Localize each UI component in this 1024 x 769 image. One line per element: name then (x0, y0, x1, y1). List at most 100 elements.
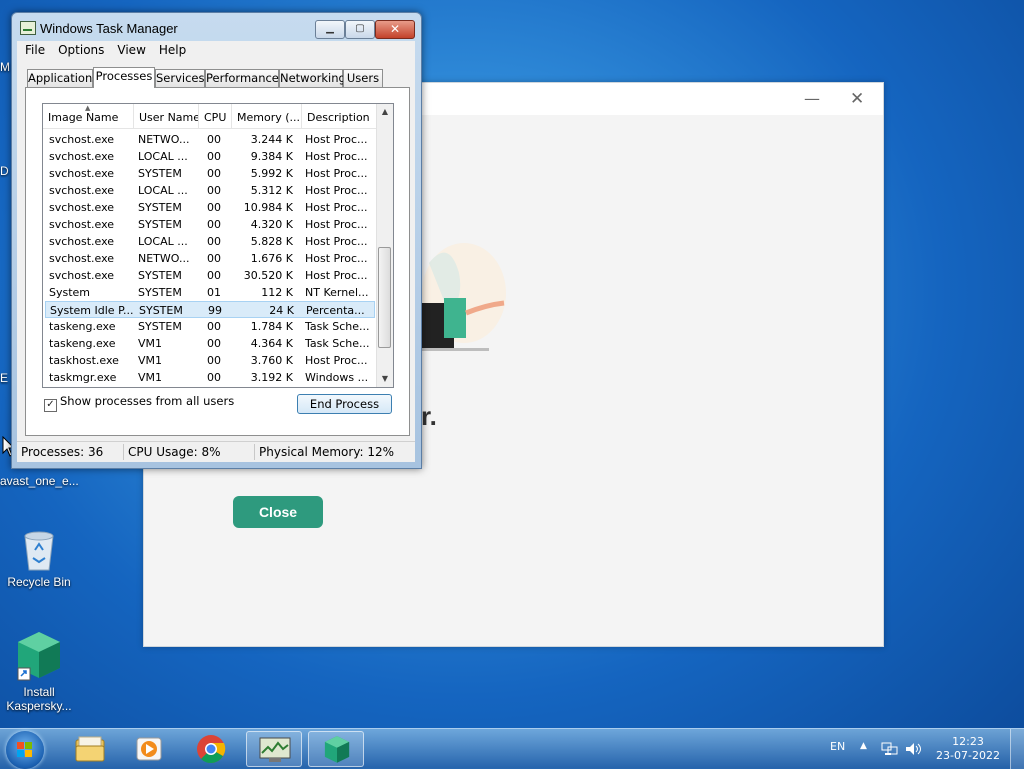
desktop-icon-kaspersky[interactable]: Install Kaspersky... (1, 630, 77, 713)
row-image-name: taskmgr.exe (49, 371, 117, 384)
tab-users[interactable]: Users (343, 69, 383, 87)
folder-icon (75, 736, 105, 762)
row-memory: 3.760 K (250, 354, 293, 367)
task-manager-icon (20, 21, 36, 35)
row-image-name: svchost.exe (49, 167, 115, 180)
row-user-name: LOCAL ... (138, 235, 188, 248)
desktop-icon-avast[interactable]: avast_one_e... (0, 474, 79, 488)
desktop-edge-label: M (0, 60, 10, 74)
show-hidden-icons-icon[interactable]: ▲ (860, 741, 867, 751)
menu-help[interactable]: Help (151, 41, 191, 57)
column-user-name[interactable]: User Name (134, 104, 199, 128)
taskbar-task-manager[interactable] (246, 731, 302, 767)
show-all-processes-checkbox[interactable]: ✓ Show processes from all users (44, 394, 234, 412)
close-button[interactable]: Close (233, 496, 323, 528)
menu-file[interactable]: File (17, 41, 50, 57)
row-memory: 30.520 K (243, 269, 293, 282)
chrome-icon (197, 735, 226, 764)
close-window-button[interactable]: ✕ (375, 20, 415, 39)
process-list[interactable]: ▲ Image Name User Name CPU Memory (... De… (42, 103, 394, 388)
processes-panel: ▲ Image Name User Name CPU Memory (... De… (25, 87, 410, 436)
checkbox-checked-icon[interactable]: ✓ (44, 399, 57, 412)
process-row[interactable]: svchost.exe LOCAL ... 00 9.384 K Host Proc..… (45, 148, 375, 165)
close-icon[interactable]: ✕ (850, 89, 864, 109)
show-desktop-button[interactable] (1010, 729, 1024, 769)
process-row[interactable]: svchost.exe SYSTEM 00 5.992 K Host Proc... (45, 165, 375, 182)
status-physical-memory: Physical Memory: 12% (259, 445, 395, 459)
tab-applications[interactable]: Applications (27, 69, 98, 87)
process-row[interactable]: taskeng.exe SYSTEM 00 1.784 K Task Sche... (45, 318, 375, 335)
row-description: Host Proc... (305, 235, 368, 248)
maximize-button[interactable]: ▢ (345, 20, 375, 39)
scroll-up-icon[interactable]: ▲ (377, 104, 393, 120)
row-user-name: SYSTEM (138, 201, 182, 214)
process-row[interactable]: svchost.exe LOCAL ... 00 5.828 K Host Proc..… (45, 233, 375, 250)
scroll-down-icon[interactable]: ▼ (377, 371, 393, 387)
taskbar-media-player[interactable] (121, 731, 177, 767)
row-description: Host Proc... (305, 201, 368, 214)
column-memory[interactable]: Memory (... (232, 104, 302, 128)
process-row[interactable]: svchost.exe SYSTEM 00 30.520 K Host Proc... (45, 267, 375, 284)
row-user-name: SYSTEM (138, 167, 182, 180)
row-memory: 10.984 K (243, 201, 293, 214)
row-image-name: svchost.exe (49, 150, 115, 163)
row-memory: 5.312 K (250, 184, 293, 197)
taskbar-kaspersky[interactable] (308, 731, 364, 767)
tab-networking[interactable]: Networking (279, 69, 346, 87)
process-row[interactable]: System Idle P... SYSTEM 99 24 K Percenta... (45, 301, 375, 318)
menu-view[interactable]: View (109, 41, 150, 57)
task-manager-icon (259, 737, 291, 762)
end-process-button[interactable]: End Process (297, 394, 392, 414)
desktop-icon-label: Recycle Bin (7, 575, 71, 589)
illustration (414, 243, 506, 351)
row-user-name: SYSTEM (138, 218, 182, 231)
process-row[interactable]: taskhost.exe VM1 00 3.760 K Host Proc... (45, 352, 375, 369)
network-icon[interactable] (881, 741, 899, 757)
row-description: Host Proc... (305, 269, 368, 282)
process-row[interactable]: svchost.exe NETWO... 00 1.676 K Host Proc... (45, 250, 375, 267)
process-row[interactable]: svchost.exe NETWO... 00 3.244 K Host Proc... (45, 131, 375, 148)
desktop-icon-recycle-bin[interactable]: Recycle Bin (1, 528, 77, 589)
column-cpu[interactable]: CPU (199, 104, 232, 128)
recycle-bin-icon (24, 531, 54, 571)
row-description: Host Proc... (305, 150, 368, 163)
kaspersky-box-icon (17, 632, 60, 681)
row-image-name: svchost.exe (49, 218, 115, 231)
taskbar-chrome[interactable] (184, 731, 240, 767)
start-button[interactable] (6, 731, 44, 769)
menu-options[interactable]: Options (50, 41, 109, 57)
task-manager-window: Windows Task Manager ▁ ▢ ✕ File Options Vi… (11, 12, 422, 469)
kaspersky-box-icon (324, 736, 350, 763)
row-description: Host Proc... (305, 167, 368, 180)
process-row[interactable]: svchost.exe SYSTEM 00 10.984 K Host Proc... (45, 199, 375, 216)
tab-processes[interactable]: Processes (93, 67, 155, 88)
process-row[interactable]: taskeng.exe VM1 00 4.364 K Task Sche... (45, 335, 375, 352)
tab-performance[interactable]: Performance (205, 69, 279, 87)
taskbar-explorer[interactable] (62, 731, 118, 767)
tab-services[interactable]: Services (155, 69, 205, 87)
row-image-name: svchost.exe (49, 133, 115, 146)
minimize-icon[interactable]: — (804, 89, 820, 108)
row-image-name: svchost.exe (49, 252, 115, 265)
row-user-name: SYSTEM (138, 320, 182, 333)
minimize-button[interactable]: ▁ (315, 20, 345, 39)
desktop-edge-label: D (0, 164, 9, 178)
status-cpu-usage: CPU Usage: 8% (128, 445, 221, 459)
clock-date: 23-07-2022 (936, 749, 1000, 762)
taskbar: EN ▲ 12:23 23-07-2022 (0, 728, 1024, 769)
scroll-thumb[interactable] (378, 247, 391, 348)
row-user-name: SYSTEM (139, 304, 183, 317)
column-image-name[interactable]: ▲ Image Name (43, 104, 134, 128)
process-row[interactable]: taskmgr.exe VM1 00 3.192 K Windows ... (45, 369, 375, 386)
process-row[interactable]: svchost.exe SYSTEM 00 4.320 K Host Proc... (45, 216, 375, 233)
vertical-scrollbar[interactable]: ▲ ▼ (376, 104, 393, 387)
partial-text: r. (421, 401, 437, 431)
row-user-name: VM1 (138, 337, 163, 350)
process-row[interactable]: svchost.exe LOCAL ... 00 5.312 K Host Proc..… (45, 182, 375, 199)
process-row[interactable]: System SYSTEM 01 112 K NT Kernel... (45, 284, 375, 301)
row-description: Host Proc... (305, 133, 368, 146)
system-clock[interactable]: 12:23 23-07-2022 (932, 735, 1004, 763)
volume-icon[interactable] (905, 741, 923, 757)
column-description[interactable]: Description (302, 104, 376, 128)
language-indicator[interactable]: EN (830, 740, 845, 753)
